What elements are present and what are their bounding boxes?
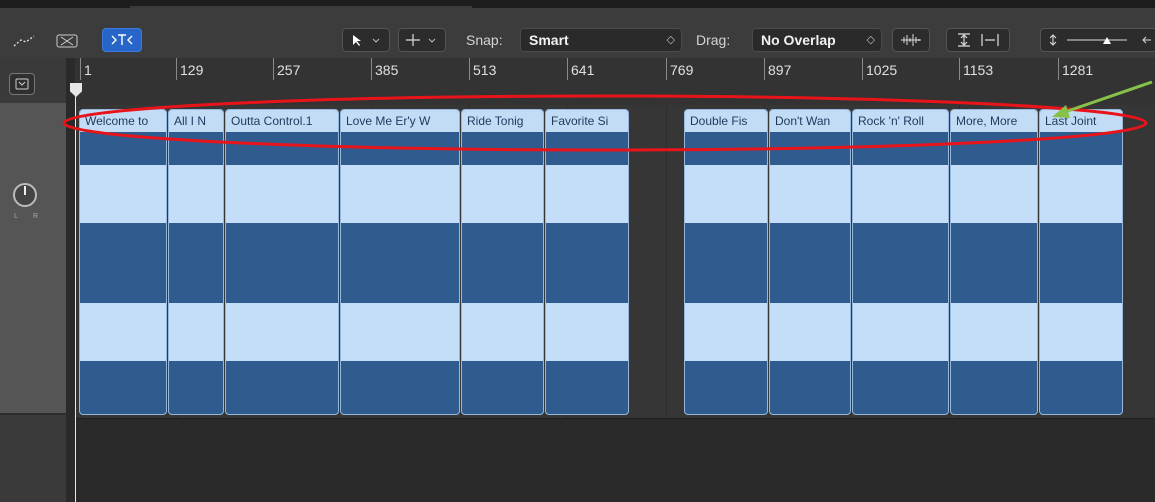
- waveform: [80, 303, 166, 361]
- track-separator: [0, 413, 66, 415]
- drag-chevron-icon: ◇: [866, 34, 875, 46]
- waveform: [1040, 303, 1122, 361]
- snap-chevron-icon: ◇: [666, 34, 675, 46]
- ruler-tick-label: 641: [571, 62, 595, 78]
- region-title: Ride Tonig: [462, 110, 543, 132]
- pan-knob-icon[interactable]: [13, 183, 37, 207]
- waveform: [169, 165, 223, 223]
- track-header-column: L R: [0, 58, 66, 502]
- marquee-tool-icon[interactable]: [398, 28, 446, 52]
- ruler-tick: [567, 58, 568, 80]
- ruler-tick: [666, 58, 667, 80]
- grid-line: [666, 105, 667, 418]
- waveform: [462, 303, 543, 361]
- ruler-tick-label: 513: [473, 62, 497, 78]
- pan-right-label: R: [33, 213, 39, 220]
- waveform: [770, 165, 850, 223]
- region-title: All I N: [169, 110, 223, 132]
- waveform: [341, 165, 459, 223]
- drag-label: Drag:: [696, 32, 731, 48]
- drag-select[interactable]: No Overlap ◇: [752, 28, 882, 52]
- ruler-tick: [1058, 58, 1059, 80]
- waveform: [770, 303, 850, 361]
- region-title: Last Joint: [1040, 110, 1122, 132]
- catch-icon[interactable]: [102, 28, 142, 52]
- bar-ruler[interactable]: 1 129 257 385 513 641 769 897 1025 1153 1281: [75, 58, 1155, 105]
- region-title: Rock 'n' Roll: [853, 110, 948, 132]
- audio-region[interactable]: Don't Wan: [769, 109, 851, 415]
- ruler-tick: [469, 58, 470, 80]
- title-strip: [0, 0, 1155, 8]
- audio-region[interactable]: Love Me Er'y W: [340, 109, 460, 415]
- region-title: Welcome to: [80, 110, 166, 132]
- waveform: [1040, 165, 1122, 223]
- snap-value: Smart: [529, 32, 569, 48]
- waveform: [853, 303, 948, 361]
- ruler-tick-label: 257: [277, 62, 301, 78]
- waveform: [685, 165, 767, 223]
- ruler-tick-label: 1153: [963, 62, 994, 78]
- pointer-tool-icon[interactable]: [342, 28, 390, 52]
- drag-value: No Overlap: [761, 32, 836, 48]
- waveform: [462, 165, 543, 223]
- waveform: [226, 165, 338, 223]
- waveform: [951, 303, 1037, 361]
- ruler-tick-label: 1: [84, 62, 92, 78]
- track-height-icon[interactable]: [1040, 28, 1155, 52]
- playhead-line: [75, 95, 76, 502]
- audio-region[interactable]: Ride Tonig: [461, 109, 544, 415]
- ruler-tick: [959, 58, 960, 80]
- audio-region[interactable]: Outta Control.1: [225, 109, 339, 415]
- waveform: [169, 303, 223, 361]
- snap-label: Snap:: [466, 32, 503, 48]
- vertical-zoom-icon[interactable]: [946, 28, 1010, 52]
- waveform: [546, 165, 628, 223]
- region-title: Love Me Er'y W: [341, 110, 459, 132]
- waveform: [341, 303, 459, 361]
- ruler-tick: [764, 58, 765, 80]
- flex-icon[interactable]: [50, 29, 84, 53]
- region-title: Don't Wan: [770, 110, 850, 132]
- ruler-tick-label: 129: [180, 62, 204, 78]
- column-divider: [66, 58, 75, 502]
- pan-left-label: L: [14, 213, 18, 220]
- track-header[interactable]: [0, 103, 66, 413]
- region-title: Favorite Si: [546, 110, 628, 132]
- ruler-tick-label: 385: [375, 62, 399, 78]
- lane-divider: [75, 418, 1155, 419]
- audio-region[interactable]: All I N: [168, 109, 224, 415]
- audio-region[interactable]: Rock 'n' Roll: [852, 109, 949, 415]
- automation-icon[interactable]: [6, 29, 44, 53]
- waveform: [853, 165, 948, 223]
- audio-region[interactable]: Favorite Si: [545, 109, 629, 415]
- ruler-tick-label: 897: [768, 62, 792, 78]
- ruler-tick: [176, 58, 177, 80]
- ruler-tick-label: 769: [670, 62, 694, 78]
- region-title: More, More: [951, 110, 1037, 132]
- ruler-tick-label: 1025: [866, 62, 898, 78]
- waveform: [226, 303, 338, 361]
- region-title: Outta Control.1: [226, 110, 338, 132]
- ruler-tick: [273, 58, 274, 80]
- dropdown-box-icon: [15, 78, 29, 90]
- waveform: [685, 303, 767, 361]
- waveform: [951, 165, 1037, 223]
- audio-region[interactable]: Welcome to: [79, 109, 167, 415]
- waveform: [80, 165, 166, 223]
- ruler-tick: [371, 58, 372, 80]
- track-menu-button[interactable]: [9, 73, 35, 95]
- toolbar: Snap: Smart ◇ Drag: No Overlap ◇: [0, 8, 1155, 58]
- waveform-zoom-icon[interactable]: [892, 28, 930, 52]
- waveform: [546, 303, 628, 361]
- snap-select[interactable]: Smart ◇: [520, 28, 682, 52]
- ruler-tick-label: 1281: [1062, 62, 1094, 78]
- ruler-tick: [80, 58, 81, 80]
- audio-region[interactable]: More, More: [950, 109, 1038, 415]
- audio-region[interactable]: Last Joint: [1039, 109, 1123, 415]
- audio-region[interactable]: Double Fis: [684, 109, 768, 415]
- region-title: Double Fis: [685, 110, 767, 132]
- ruler-tick: [862, 58, 863, 80]
